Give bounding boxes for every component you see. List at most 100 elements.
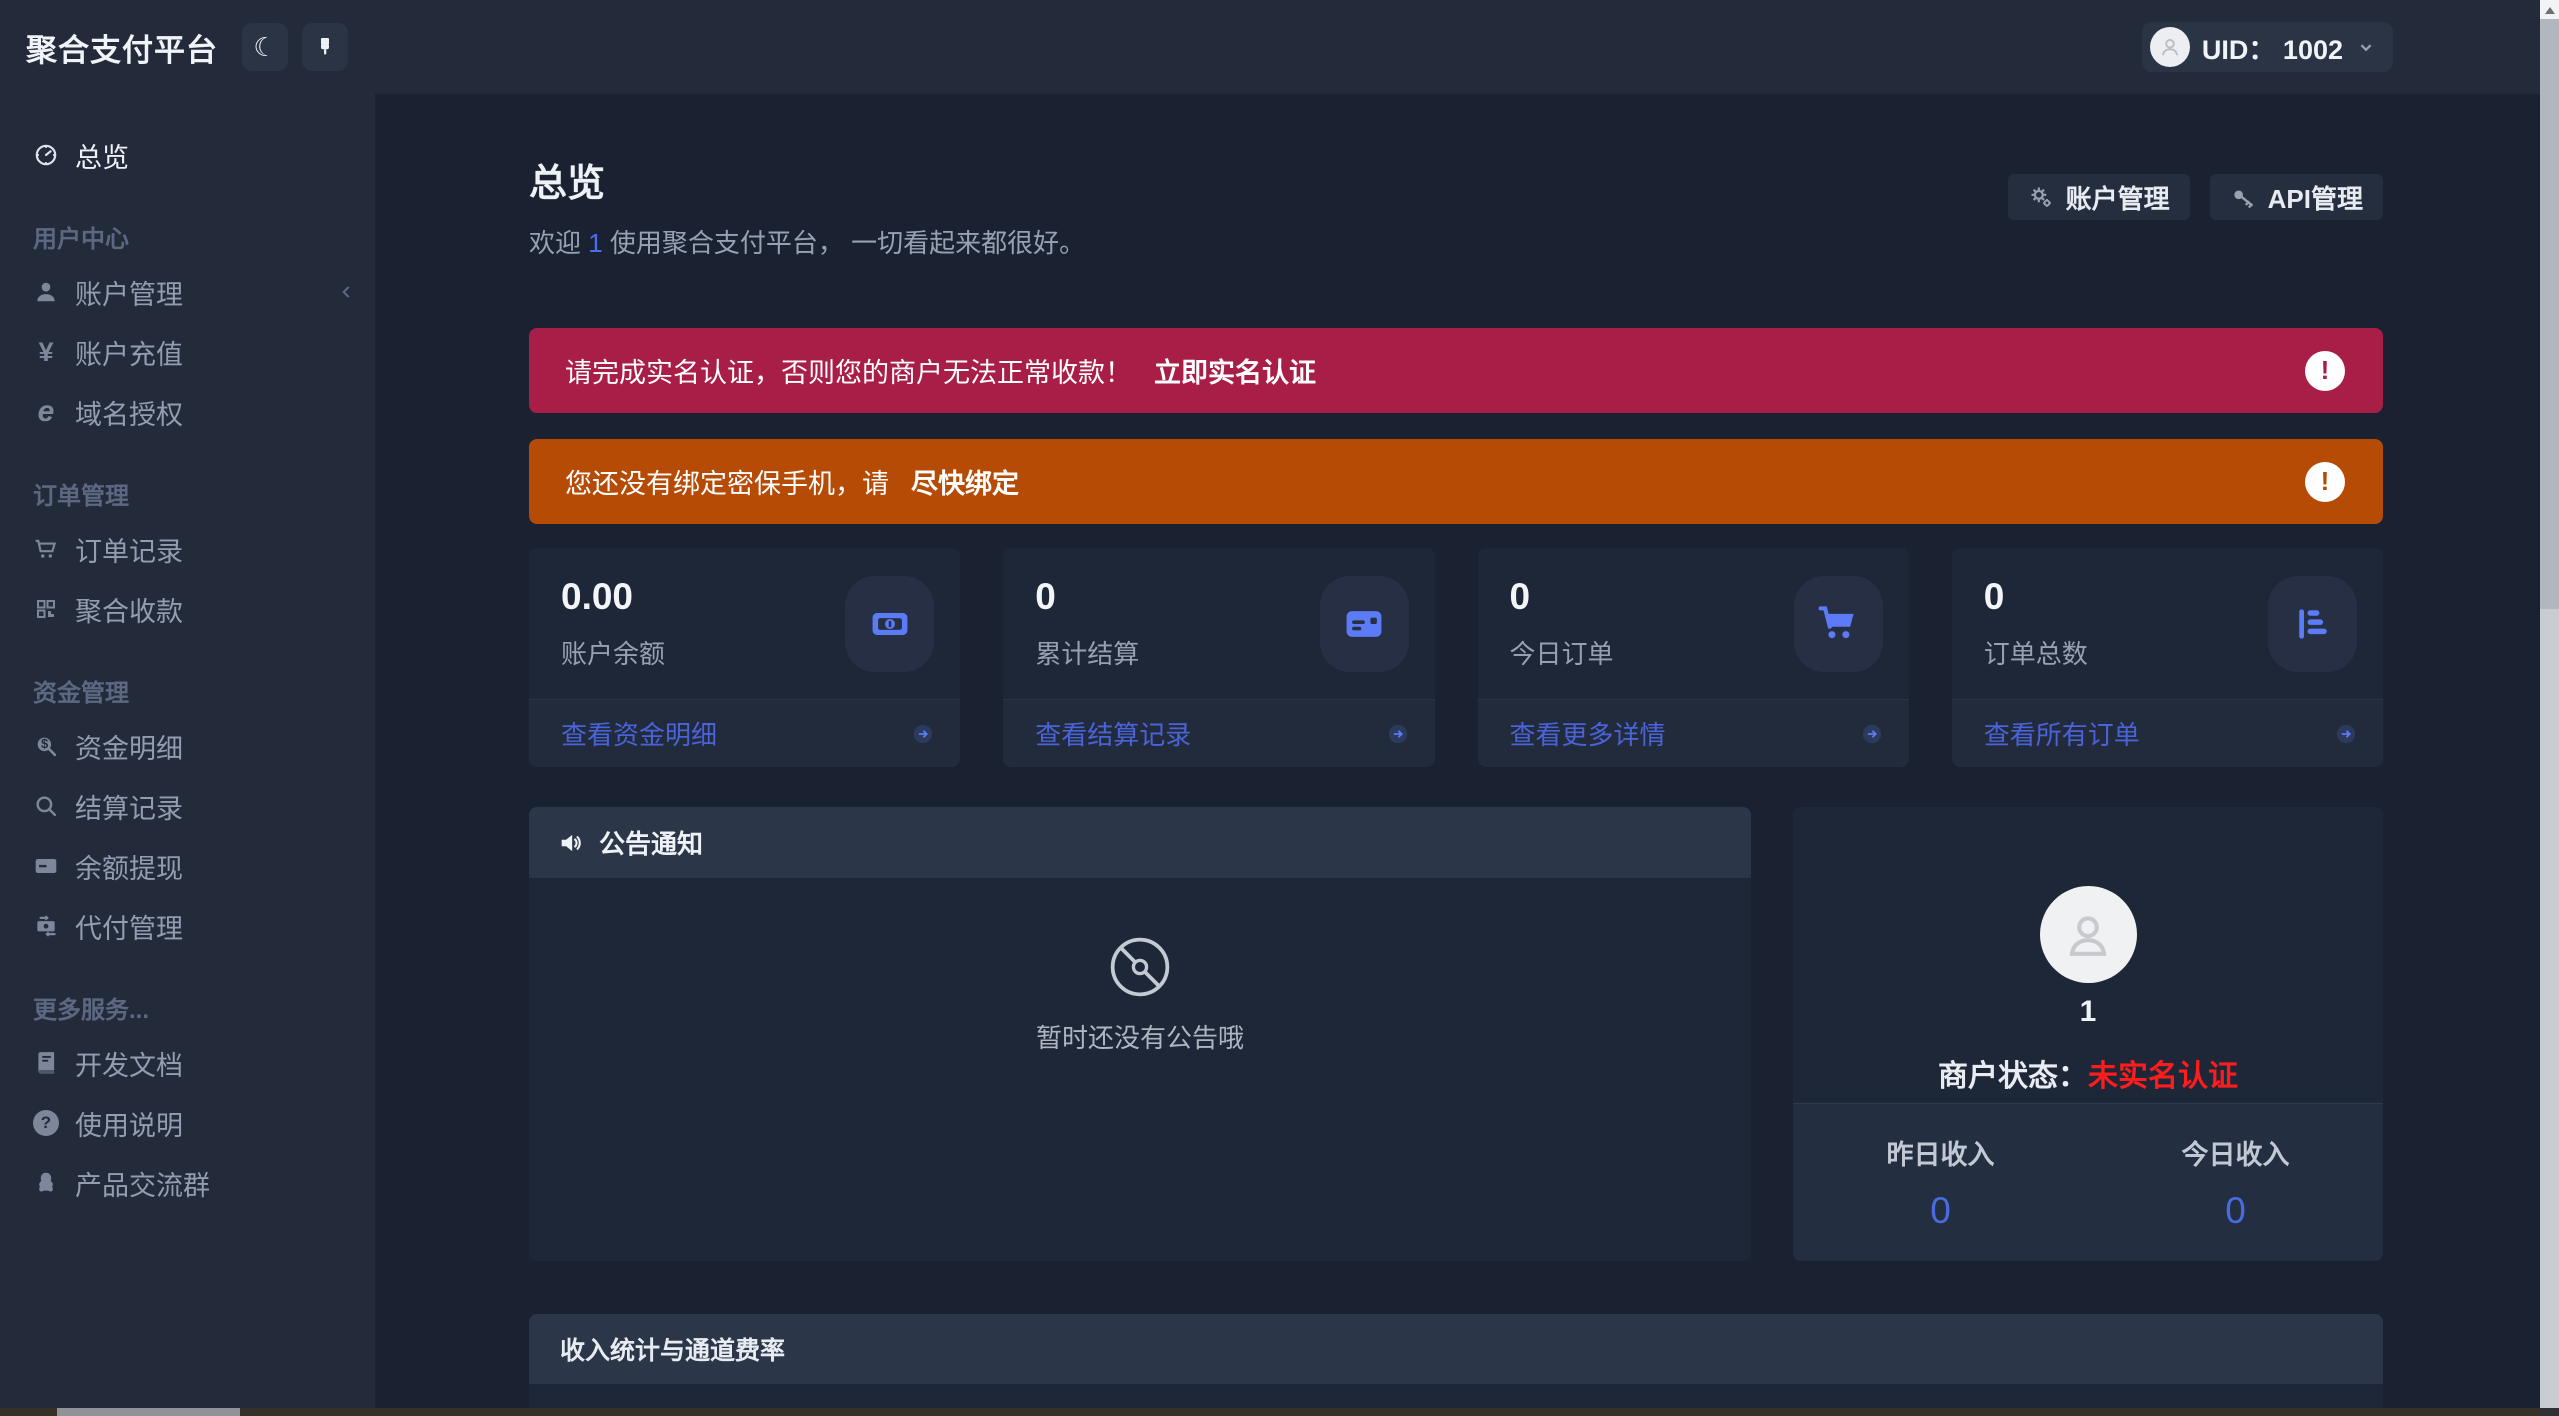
realname-alert-action[interactable]: 立即实名认证 <box>1154 351 1316 390</box>
stat-card-top: 0 订单总数 <box>1952 548 2383 699</box>
realname-alert: 请完成实名认证，否则您的商户无法正常收款！ 立即实名认证 <box>529 328 2383 413</box>
yesterday-income: 昨日收入 0 <box>1793 1133 2088 1232</box>
empty-text: 暂时还没有公告哦 <box>1035 1023 1244 1053</box>
merchant-status-line: 商户状态：未实名认证 <box>1938 1051 2238 1095</box>
sidebar-item-label: 代付管理 <box>75 913 183 944</box>
sidebar-item-order-records[interactable]: 订单记录 <box>0 519 375 579</box>
brush-icon <box>313 35 337 59</box>
merchant-body: 1 商户状态：未实名认证 <box>1793 807 2383 1103</box>
arrow-circle-right-icon <box>1861 723 1883 745</box>
announcement-body: 暂时还没有公告哦 <box>529 878 1751 1261</box>
key-icon <box>2230 184 2256 210</box>
sidebar-item-label: 聚合收款 <box>75 596 183 627</box>
sidebar-item-product-group[interactable]: 产品交流群 <box>0 1153 375 1213</box>
welcome-username: 1 <box>588 228 603 258</box>
yesterday-income-label: 昨日收入 <box>1886 1140 1995 1170</box>
yesterday-income-value: 0 <box>1930 1190 1951 1231</box>
chevron-down-icon <box>2355 36 2377 58</box>
credit-card-icon <box>33 853 59 879</box>
triangle-up-icon <box>2544 7 2555 14</box>
disc-slash-icon <box>1107 934 1173 1000</box>
stat-value: 0.00 <box>561 576 634 617</box>
sidebar-item-label: 产品交流群 <box>75 1170 210 1201</box>
sidebar-item-fund-details[interactable]: 资金明细 <box>0 716 375 776</box>
merchant-status-value: 未实名认证 <box>2088 1060 2238 1093</box>
page-header: 总览 欢迎 1 使用聚合支付平台， 一切看起来都很好。 账户管理 API管理 <box>529 152 2383 260</box>
sidebar-item-label: 账户充值 <box>75 339 183 370</box>
avatar <box>2149 27 2190 67</box>
announcement-panel: 公告通知 暂时还没有公告哦 <box>529 807 1751 1261</box>
stat-card-top: 0 累计结算 <box>1003 548 1434 699</box>
view-all-orders-link[interactable]: 查看所有订单 <box>1951 699 2383 767</box>
sidebar-item-account-management[interactable]: 账户管理 <box>0 262 375 322</box>
scrollbar-corner <box>2540 1408 2559 1416</box>
stat-card-total-orders: 0 订单总数 查看所有订单 <box>1951 548 2383 767</box>
stat-card-balance: 0.00 账户余额 查看资金明细 <box>529 548 961 767</box>
speaker-icon <box>557 829 585 857</box>
skin-toggle-button[interactable] <box>302 23 348 71</box>
sidebar-item-settlement-records[interactable]: 结算记录 <box>0 776 375 836</box>
sidebar-item-usage-guide[interactable]: 使用说明 <box>0 1093 375 1153</box>
today-income-label: 今日收入 <box>2181 1140 2290 1170</box>
vertical-scrollbar[interactable] <box>2540 0 2559 1416</box>
welcome-text: 欢迎 1 使用聚合支付平台， 一切看起来都很好。 <box>529 223 1085 260</box>
stat-value: 0 <box>1983 576 2005 617</box>
scroll-up-button[interactable] <box>2540 0 2559 19</box>
view-more-details-link[interactable]: 查看更多详情 <box>1477 699 1909 767</box>
sidebar-item-balance-withdrawal[interactable]: 余额提现 <box>0 836 375 896</box>
button-label: 账户管理 <box>2065 183 2170 214</box>
dashboard-screen: 聚合支付平台 UID： 1002 总览 <box>0 0 2559 1416</box>
merchant-income-footer: 昨日收入 0 今日收入 0 <box>1793 1103 2383 1261</box>
income-panel-header: 收入统计与通道费率 <box>529 1314 2383 1384</box>
alert-banners: 请完成实名认证，否则您的商户无法正常收款！ 立即实名认证 您还没有绑定密保手机，… <box>529 328 2383 524</box>
brand-title: 聚合支付平台 <box>26 32 218 68</box>
stat-card-top: 0.00 账户余额 <box>529 548 960 699</box>
horizontal-scrollbar-thumb[interactable] <box>57 1408 240 1416</box>
account-management-button[interactable]: 账户管理 <box>2007 174 2190 220</box>
button-label: API管理 <box>2267 183 2363 214</box>
money-transfer-icon <box>33 913 59 939</box>
qq-penguin-icon <box>33 1170 59 1196</box>
cart-icon <box>33 536 59 562</box>
link-label: 查看所有订单 <box>1983 720 2140 750</box>
stat-card-today-orders: 0 今日订单 查看更多详情 <box>1477 548 1909 767</box>
sidebar-item-payout-management[interactable]: 代付管理 <box>0 896 375 956</box>
sidebar-menu: 总览 用户中心 账户管理 账户充值 域名授权 订单管理 <box>0 94 375 1213</box>
stat-card-settlement: 0 累计结算 查看结算记录 <box>1003 548 1435 767</box>
sidebar-item-domain-authorization[interactable]: 域名授权 <box>0 382 375 442</box>
sidebar-item-account-recharge[interactable]: 账户充值 <box>0 322 375 382</box>
merchant-avatar <box>2039 886 2137 983</box>
horizontal-scrollbar[interactable] <box>0 1408 2540 1416</box>
sidebar-item-overview[interactable]: 总览 <box>0 125 375 185</box>
today-income: 今日收入 0 <box>2088 1133 2383 1232</box>
merchant-status-panel: 1 商户状态：未实名认证 昨日收入 0 今日收入 0 <box>1793 807 2383 1261</box>
view-settlement-records-link[interactable]: 查看结算记录 <box>1003 699 1435 767</box>
main-content: 总览 欢迎 1 使用聚合支付平台， 一切看起来都很好。 账户管理 API管理 请… <box>375 94 2540 1416</box>
stat-label: 累计结算 <box>1035 639 1140 669</box>
api-management-button[interactable]: API管理 <box>2209 174 2383 220</box>
moon-icon <box>253 32 276 63</box>
page-title: 总览 <box>529 163 606 205</box>
link-label: 查看更多详情 <box>1509 720 1666 750</box>
stat-value: 0 <box>1509 576 1531 617</box>
sidebar-item-aggregate-collection[interactable]: 聚合收款 <box>0 579 375 639</box>
sidebar-item-label: 结算记录 <box>75 793 183 824</box>
sidebar-item-label: 使用说明 <box>75 1110 183 1141</box>
bind-phone-alert-action[interactable]: 尽快绑定 <box>911 462 1019 501</box>
theme-toggle-button[interactable] <box>242 23 288 71</box>
view-fund-details-link[interactable]: 查看资金明细 <box>529 699 961 767</box>
sidebar-item-dev-docs[interactable]: 开发文档 <box>0 1033 375 1093</box>
link-label: 查看结算记录 <box>1035 720 1192 750</box>
stat-cards: 0.00 账户余额 查看资金明细 0 累计结算 查看结算记录 0 今日订单 查看… <box>529 548 2383 767</box>
merchant-name: 1 <box>2079 995 2097 1028</box>
stat-label: 今日订单 <box>1509 639 1614 669</box>
welcome-prefix: 欢迎 <box>529 228 589 258</box>
arrow-circle-right-icon <box>1387 723 1409 745</box>
banknote-icon <box>845 575 935 672</box>
bind-phone-alert: 您还没有绑定密保手机，请 尽快绑定 <box>529 439 2383 524</box>
sidebar: 总览 用户中心 账户管理 账户充值 域名授权 订单管理 <box>0 94 375 1416</box>
vertical-scrollbar-thumb[interactable] <box>2540 19 2559 609</box>
announcement-header: 公告通知 <box>529 807 1751 878</box>
user-menu[interactable]: UID： 1002 <box>2141 22 2393 72</box>
sidebar-item-label: 域名授权 <box>75 399 183 430</box>
